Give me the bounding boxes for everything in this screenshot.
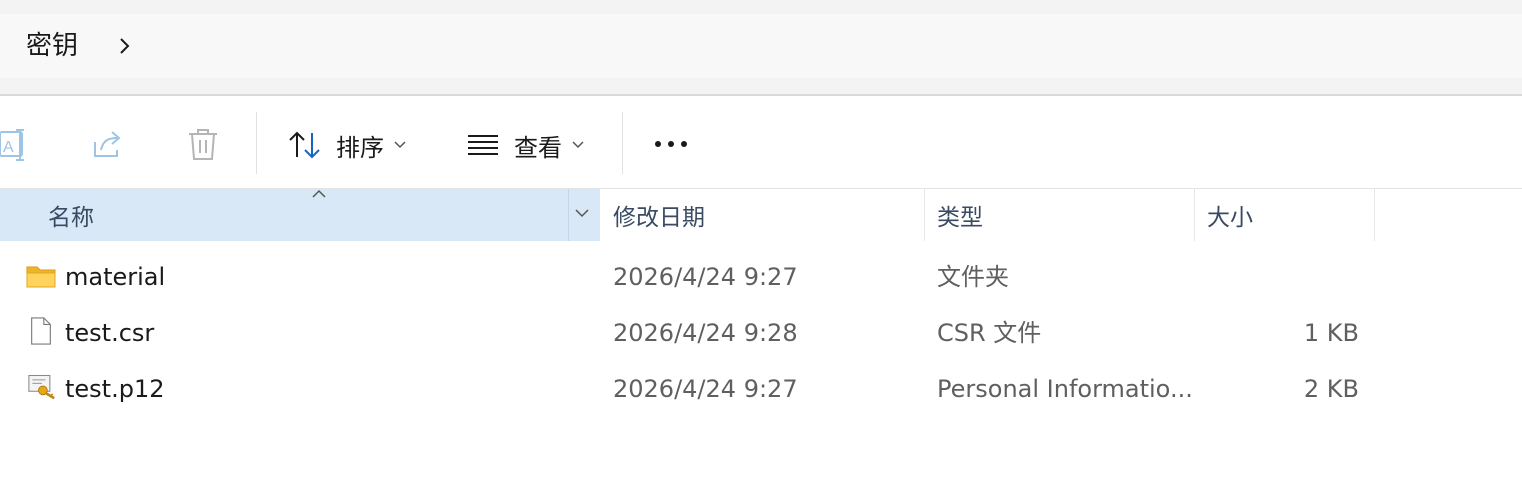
view-list-icon (468, 135, 498, 155)
more-options-icon[interactable] (652, 138, 690, 150)
file-modified: 2026/4/24 9:28 (613, 319, 798, 347)
view-button[interactable]: 查看 (466, 122, 584, 168)
svg-text:A: A (3, 139, 14, 156)
column-header-modified[interactable]: 修改日期 (601, 189, 924, 241)
file-icon (31, 317, 51, 345)
file-name: test.p12 (65, 375, 165, 403)
file-row[interactable]: test.csr 2026/4/24 9:28 CSR 文件 1 KB (0, 306, 1522, 360)
column-header-name[interactable]: 名称 (0, 189, 600, 241)
file-row[interactable]: material 2026/4/24 9:27 文件夹 (0, 250, 1522, 304)
column-header-size-label: 大小 (1207, 205, 1253, 231)
column-header-name-label: 名称 (48, 205, 94, 231)
column-dropdown-chevron-icon[interactable] (574, 207, 590, 219)
column-header-size[interactable]: 大小 (1195, 189, 1374, 241)
rename-icon[interactable]: A (0, 128, 30, 162)
toolbar-separator (622, 112, 623, 174)
certificate-icon (28, 374, 55, 400)
file-row[interactable]: test.p12 2026/4/24 9:27 Personal Informa… (0, 362, 1522, 416)
file-modified: 2026/4/24 9:27 (613, 375, 798, 403)
column-split-line (568, 189, 569, 241)
address-bar[interactable] (0, 14, 1522, 78)
file-size (1196, 250, 1359, 304)
sort-button[interactable]: 排序 (288, 122, 406, 168)
breadcrumb-current[interactable]: 密钥 (26, 28, 78, 64)
chevron-down-icon (394, 141, 406, 149)
breadcrumb-chevron-icon[interactable] (116, 34, 134, 58)
share-icon[interactable] (91, 128, 125, 160)
file-size: 1 KB (1303, 319, 1359, 347)
file-size: 2 KB (1303, 375, 1359, 403)
chevron-down-icon (572, 141, 584, 149)
file-type: 文件夹 (937, 263, 1009, 291)
file-name: test.csr (65, 319, 155, 347)
sort-icon (289, 131, 320, 159)
toolbar-separator (256, 112, 257, 174)
window-top-strip (0, 0, 1522, 14)
file-type: CSR 文件 (937, 319, 1042, 347)
address-bar-gap (0, 78, 1522, 94)
column-divider[interactable] (1374, 189, 1375, 241)
folder-icon (26, 266, 56, 288)
file-type: Personal Informatio... (937, 375, 1193, 403)
command-bar (0, 96, 1522, 188)
sort-label: 排序 (336, 133, 384, 162)
view-label: 查看 (514, 133, 562, 162)
file-modified: 2026/4/24 9:27 (613, 263, 798, 291)
column-header-type-label: 类型 (937, 205, 983, 231)
sort-ascending-icon (312, 189, 326, 198)
column-header-modified-label: 修改日期 (613, 205, 705, 231)
file-name: material (65, 263, 166, 291)
column-header-type[interactable]: 类型 (925, 189, 1194, 241)
delete-icon[interactable] (187, 127, 219, 161)
